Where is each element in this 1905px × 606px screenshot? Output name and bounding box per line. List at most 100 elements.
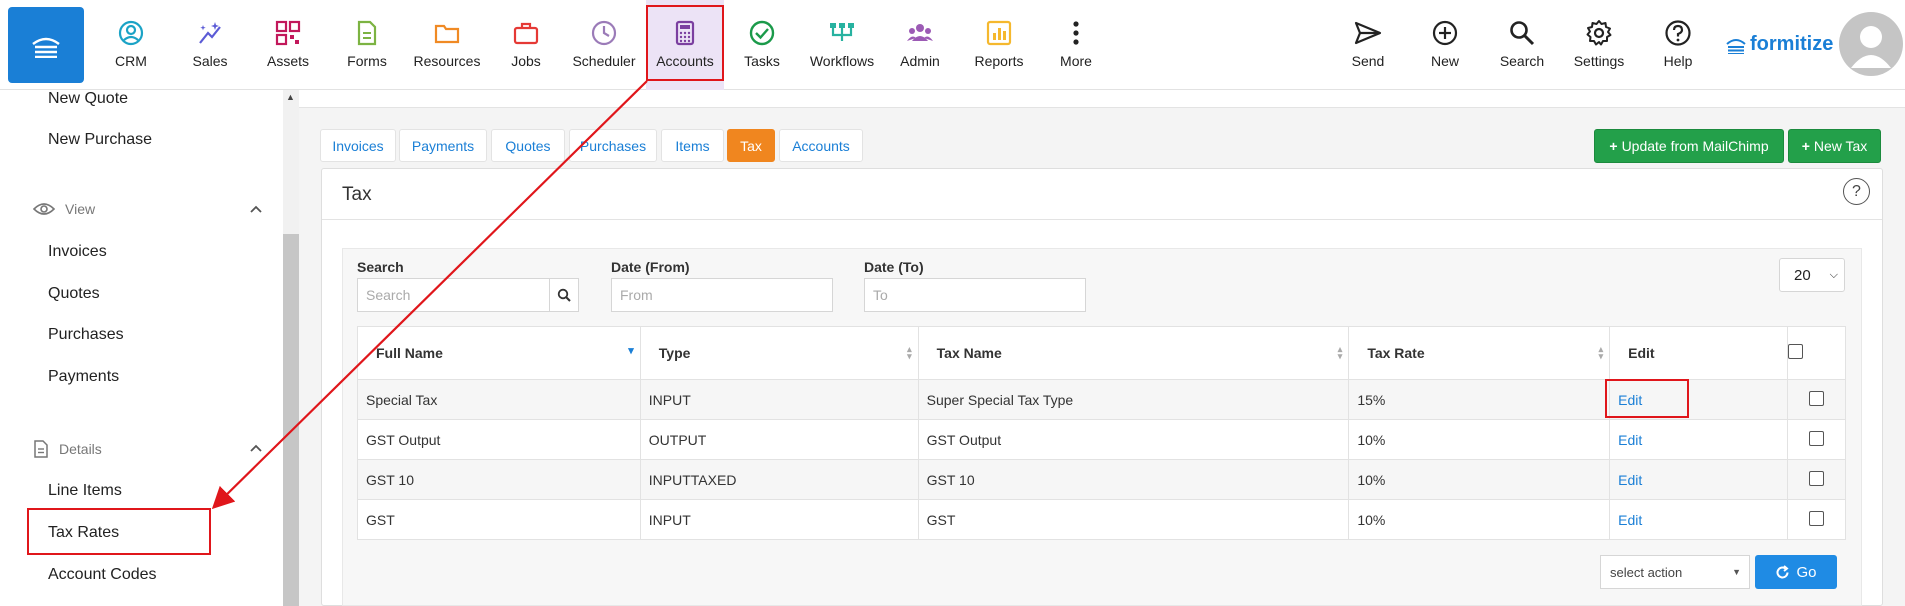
search-input[interactable]: Search [357,278,550,312]
nav-label: Settings [1573,53,1625,69]
nav-label: Help [1663,53,1693,69]
bulk-action-placeholder: select action [1610,564,1683,580]
nav-label: More [1060,53,1092,69]
cell-full-name: GST [357,499,641,540]
tab-items[interactable]: Items [661,129,724,162]
row-checkbox[interactable] [1809,390,1824,406]
nav-reports[interactable]: Reports [961,0,1037,90]
cell-type: INPUT [639,499,919,540]
cell-type: INPUTTAXED [639,459,919,500]
row-checkbox[interactable] [1809,430,1824,446]
nav-label: Reports [974,53,1024,69]
nav-crm[interactable]: CRM [93,0,169,90]
nav-admin[interactable]: Admin [882,0,958,90]
cell-full-name: GST Output [357,419,641,460]
brand-logo: formitize [1726,33,1833,56]
sidebar-item-line-items[interactable]: Line Items [48,482,122,500]
tab-quotes[interactable]: Quotes [491,129,565,162]
update-from-mailchimp-button[interactable]: + Update from MailChimp [1594,129,1784,163]
cell-tax-rate: 10% [1348,499,1611,540]
nav-search[interactable]: Search [1484,0,1560,90]
cell-select [1787,499,1846,540]
document-icon [34,440,48,458]
column-header-type[interactable]: Type ▴ ▾ [639,326,919,380]
edit-link[interactable]: Edit [1609,419,1788,460]
nav-workflows[interactable]: Workflows [803,0,881,90]
send-icon [1354,21,1382,45]
cell-tax-name: GST 10 [917,459,1350,500]
resources-icon [434,24,460,44]
chevron-up-icon[interactable] [249,201,263,217]
select-all-checkbox[interactable] [1788,344,1803,359]
nav-sales[interactable]: Sales [172,0,248,90]
tab-purchases[interactable]: Purchases [569,129,657,162]
nav-resources[interactable]: Resources [409,0,485,90]
page-size-select[interactable]: 20 ⌵ [1779,258,1845,292]
sidebar-item-purchases[interactable]: Purchases [48,326,124,344]
nav-more[interactable]: More [1038,0,1114,90]
sidebar-item-new-purchase[interactable]: New Purchase [48,131,152,149]
cell-type: INPUT [639,379,919,420]
nav-send[interactable]: Send [1330,0,1406,90]
home-button[interactable] [8,7,84,83]
nav-label: Jobs [511,53,541,69]
nav-label: CRM [115,53,147,69]
brand-logo-icon [1726,38,1746,54]
sidebar-item-account-codes[interactable]: Account Codes [48,566,157,584]
column-header-tax-rate[interactable]: Tax Rate ▴ ▾ [1348,326,1611,380]
bulk-action-select[interactable]: select action ▼ [1600,555,1750,589]
new-tax-button[interactable]: + New Tax [1788,129,1881,163]
column-header-tax-name[interactable]: Tax Name ▴ ▾ [917,326,1350,380]
brand-name: formitize [1750,33,1834,55]
date-from-input[interactable]: From [611,278,833,312]
go-button[interactable]: Go [1755,555,1837,589]
nav-jobs[interactable]: Jobs [488,0,564,90]
cell-select [1787,419,1846,460]
edit-link[interactable]: Edit [1609,499,1788,540]
jobs-icon [513,22,539,45]
section-label: View [65,201,96,217]
workflows-icon [830,23,854,41]
tab-accounts[interactable]: Accounts [779,129,863,162]
sidebar-section-view[interactable]: View [33,201,95,217]
tab-invoices[interactable]: Invoices [320,129,396,162]
search-submit-button[interactable] [549,278,579,312]
home-logo-icon [32,37,60,58]
nav-tasks[interactable]: Tasks [724,0,800,90]
scroll-up-arrow-icon[interactable]: ▲ [286,92,295,102]
sort-icon: ▴ ▾ [907,344,912,361]
sidebar-section-details[interactable]: Details [33,440,102,458]
tab-tax[interactable]: Tax [727,129,775,162]
sidebar-item-payments[interactable]: Payments [48,368,119,386]
sidebar-scrollbar[interactable]: ▲ [283,90,299,606]
nav-help[interactable]: Help [1640,0,1716,90]
edit-link[interactable]: Edit [1609,459,1788,500]
nav-scheduler[interactable]: Scheduler [566,0,642,90]
help-circle-icon[interactable]: ? [1843,178,1870,205]
assets-icon [275,20,301,46]
row-checkbox[interactable] [1809,470,1824,486]
table-row: GST Output OUTPUT GST Output 10% Edit [357,419,1846,460]
reports-icon [986,20,1012,46]
date-to-label: Date (To) [864,259,924,275]
row-checkbox[interactable] [1809,510,1824,526]
nav-new[interactable]: New [1407,0,1483,90]
chevron-up-icon[interactable] [249,440,263,456]
column-header-select-all [1787,326,1846,380]
scrollbar-thumb[interactable] [283,234,299,606]
nav-label: Assets [266,53,309,69]
sidebar-item-new-quote[interactable]: New Quote [48,90,128,108]
avatar[interactable] [1839,12,1903,76]
nav-forms[interactable]: Forms [329,0,405,90]
sidebar-item-invoices[interactable]: Invoices [48,243,107,261]
column-label: Tax Name [936,345,1002,361]
cell-tax-rate: 10% [1348,419,1611,460]
nav-assets[interactable]: Assets [250,0,326,90]
nav-settings[interactable]: Settings [1561,0,1637,90]
tab-payments[interactable]: Payments [399,129,487,162]
column-header-full-name[interactable]: Full Name ▾ [357,326,641,380]
chevron-down-icon: ⌵ [1829,269,1838,281]
date-to-input[interactable]: To [864,278,1086,312]
sidebar-item-quotes[interactable]: Quotes [48,285,100,303]
nav-label: Search [1499,53,1545,69]
